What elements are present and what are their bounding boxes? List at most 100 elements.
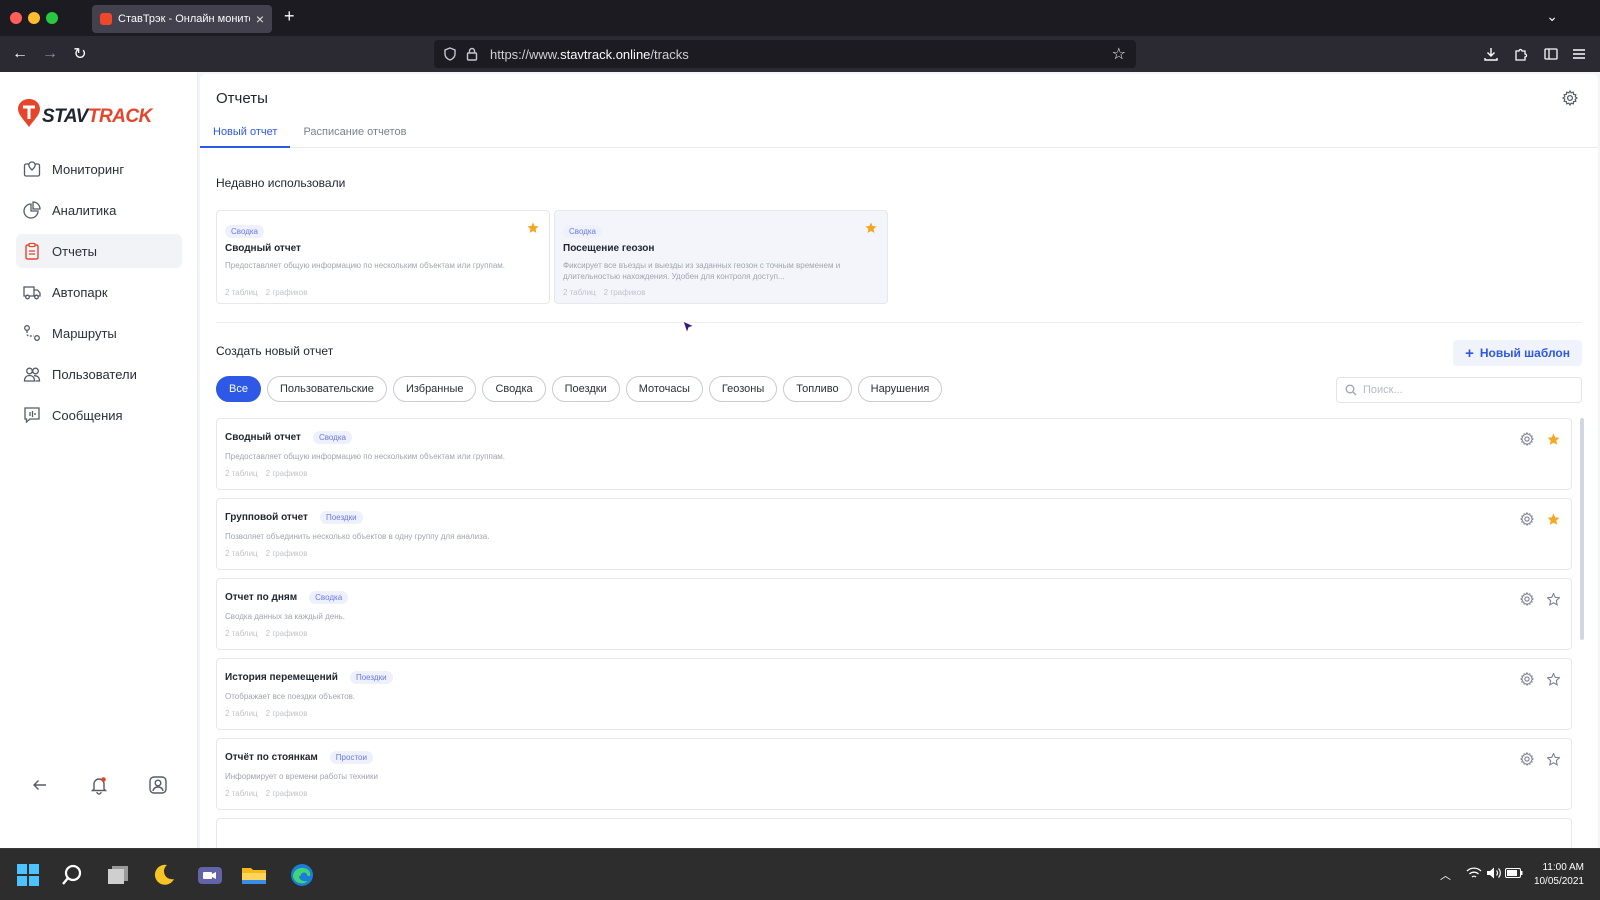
filter-chip-fuel[interactable]: Топливо (783, 376, 852, 402)
filter-chip-all[interactable]: Все (216, 376, 261, 402)
create-section-title: Создать новый отчет (216, 344, 334, 358)
extensions-puzzle-icon[interactable] (1512, 45, 1530, 63)
charts-count: 2 графиков (265, 709, 308, 718)
new-template-button[interactable]: + Новый шаблон (1453, 340, 1582, 366)
url-text: https://www.stavtrack.online/tracks (490, 47, 1112, 62)
favorite-star-filled-icon[interactable] (1545, 511, 1561, 527)
profile-avatar-icon[interactable] (145, 772, 171, 798)
tracking-shield-icon[interactable] (444, 47, 458, 61)
tables-count: 2 таблиц (225, 288, 258, 297)
settings-gear-icon[interactable] (1519, 591, 1535, 607)
site-favicon-icon (100, 13, 112, 25)
favorite-star-filled-icon[interactable] (865, 221, 877, 233)
report-tabs: Новый отчет Расписание отчетов (200, 122, 1598, 148)
window-close-button[interactable] (10, 12, 22, 24)
list-item[interactable]: Отчёт по стоянкам Простои Информирует о в… (216, 738, 1572, 810)
page-settings-gear-icon[interactable] (1561, 89, 1580, 108)
tab-report-schedule[interactable]: Расписание отчетов (290, 122, 419, 148)
lock-icon[interactable] (466, 47, 480, 61)
sidebar-footer (0, 772, 198, 798)
plus-icon: + (1465, 344, 1474, 362)
settings-gear-icon[interactable] (1519, 671, 1535, 687)
window-minimize-button[interactable] (28, 12, 40, 24)
list-item[interactable]: История перемещений Поездки Отображает вс… (216, 658, 1572, 730)
tray-chevron-up-icon[interactable]: ︿ (1440, 867, 1451, 883)
sidebar-item-routes[interactable]: Маршруты (16, 316, 182, 350)
file-explorer-icon[interactable] (240, 861, 268, 889)
bookmark-star-icon[interactable]: ☆ (1112, 44, 1126, 64)
address-bar[interactable]: https://www.stavtrack.online/tracks ☆ (434, 40, 1136, 68)
list-item[interactable]: Сводный отчет Сводка Предоставляет общую … (216, 418, 1572, 490)
battery-icon[interactable] (1504, 863, 1524, 883)
tab-new-report[interactable]: Новый отчет (200, 122, 291, 148)
night-moon-app-icon[interactable] (150, 861, 178, 889)
report-description: Сводка данных за каждый день. (225, 612, 346, 621)
sidebar-item-label: Отчеты (52, 243, 97, 259)
settings-gear-icon[interactable] (1519, 751, 1535, 767)
filter-chip-custom[interactable]: Пользовательские (266, 376, 387, 402)
collapse-arrow-left-icon[interactable] (27, 772, 53, 798)
report-description: Позволяет объединить несколько объектов … (225, 532, 490, 541)
filter-chip-summary[interactable]: Сводка (482, 376, 546, 402)
sidebar-item-messages[interactable]: Сообщения (16, 398, 182, 432)
sidebar-toggle-icon[interactable] (1542, 45, 1560, 63)
search-box[interactable] (1336, 377, 1582, 403)
list-item[interactable]: Отчет по дням Сводка Сводка данных за каж… (216, 578, 1572, 650)
list-scrollbar[interactable] (1580, 418, 1584, 640)
sidebar-item-reports[interactable]: Отчеты (16, 234, 182, 268)
sidebar-item-users[interactable]: Пользователи (16, 357, 182, 391)
back-arrow-icon[interactable]: ← (8, 42, 32, 66)
favorite-star-outline-icon[interactable] (1545, 751, 1561, 767)
reload-icon[interactable]: ↻ (68, 42, 92, 66)
window-maximize-button[interactable] (46, 12, 58, 24)
new-tab-plus-icon[interactable]: + (284, 6, 295, 27)
sidebar-item-fleet[interactable]: Автопарк (16, 275, 182, 309)
settings-gear-icon[interactable] (1519, 511, 1535, 527)
filter-chips: Все Пользовательские Избранные Сводка По… (216, 376, 948, 402)
filter-chip-trips[interactable]: Поездки (551, 376, 620, 402)
notification-bell-icon[interactable] (86, 772, 112, 798)
windows-start-icon[interactable] (14, 861, 42, 889)
page: STAVTRACK Мониторинг Аналитика Отчеты Ав… (0, 72, 1600, 848)
favorite-star-filled-icon[interactable] (1545, 431, 1561, 447)
logo-wordmark: STAVTRACK (42, 106, 152, 128)
recent-section-title: Недавно использовали (216, 176, 346, 190)
taskbar-clock[interactable]: 11:00 AM 10/05/2021 (1534, 861, 1584, 889)
list-item[interactable] (216, 818, 1572, 848)
stavtrack-logo[interactable]: STAVTRACK (16, 96, 152, 128)
recent-card-geozone-visits[interactable]: Сводка Посещение геозон Фиксирует все въ… (554, 210, 888, 304)
edge-browser-icon[interactable] (288, 861, 316, 889)
volume-icon[interactable] (1484, 863, 1504, 883)
report-description: Предоставляет общую информацию по нескол… (225, 452, 506, 461)
sidebar-item-label: Пользователи (52, 366, 137, 382)
category-badge: Сводка (312, 431, 352, 444)
task-view-icon[interactable] (104, 861, 132, 889)
download-icon[interactable] (1482, 45, 1500, 63)
browser-tab[interactable]: СтавТрэк - Онлайн мониторинг × (92, 5, 272, 33)
route-icon (22, 323, 42, 343)
favorite-star-outline-icon[interactable] (1545, 671, 1561, 687)
filter-chip-favorites[interactable]: Избранные (392, 376, 477, 402)
search-input[interactable] (1363, 384, 1573, 396)
sidebar-item-monitoring[interactable]: Мониторинг (16, 152, 182, 186)
favorite-star-filled-icon[interactable] (527, 221, 539, 233)
sidebar-item-analytics[interactable]: Аналитика (16, 193, 182, 227)
filter-chip-geozones[interactable]: Геозоны (708, 376, 778, 402)
wifi-icon[interactable] (1464, 863, 1484, 883)
category-badge: Поездки (319, 511, 363, 524)
recent-card-summary-report[interactable]: Сводка Сводный отчет Предоставляет общую… (216, 210, 550, 304)
report-description: Отображает все поездки объектов. (225, 692, 356, 701)
row-actions (1509, 431, 1561, 447)
favorite-star-outline-icon[interactable] (1545, 591, 1561, 607)
taskbar-search-icon[interactable] (58, 861, 86, 889)
filter-chip-violations[interactable]: Нарушения (857, 376, 943, 402)
list-item[interactable]: Групповой отчет Поездки Позволяет объедин… (216, 498, 1572, 570)
filter-chip-engine-hours[interactable]: Моточасы (625, 376, 703, 402)
tab-list-chevron-icon[interactable]: ⌄ (1546, 8, 1558, 25)
tab-close-icon[interactable]: × (256, 11, 264, 27)
settings-gear-icon[interactable] (1519, 431, 1535, 447)
hamburger-menu-icon[interactable] (1570, 45, 1588, 63)
clipboard-icon (22, 241, 42, 261)
video-meeting-app-icon[interactable] (196, 861, 224, 889)
forward-arrow-icon[interactable]: → (38, 42, 62, 66)
